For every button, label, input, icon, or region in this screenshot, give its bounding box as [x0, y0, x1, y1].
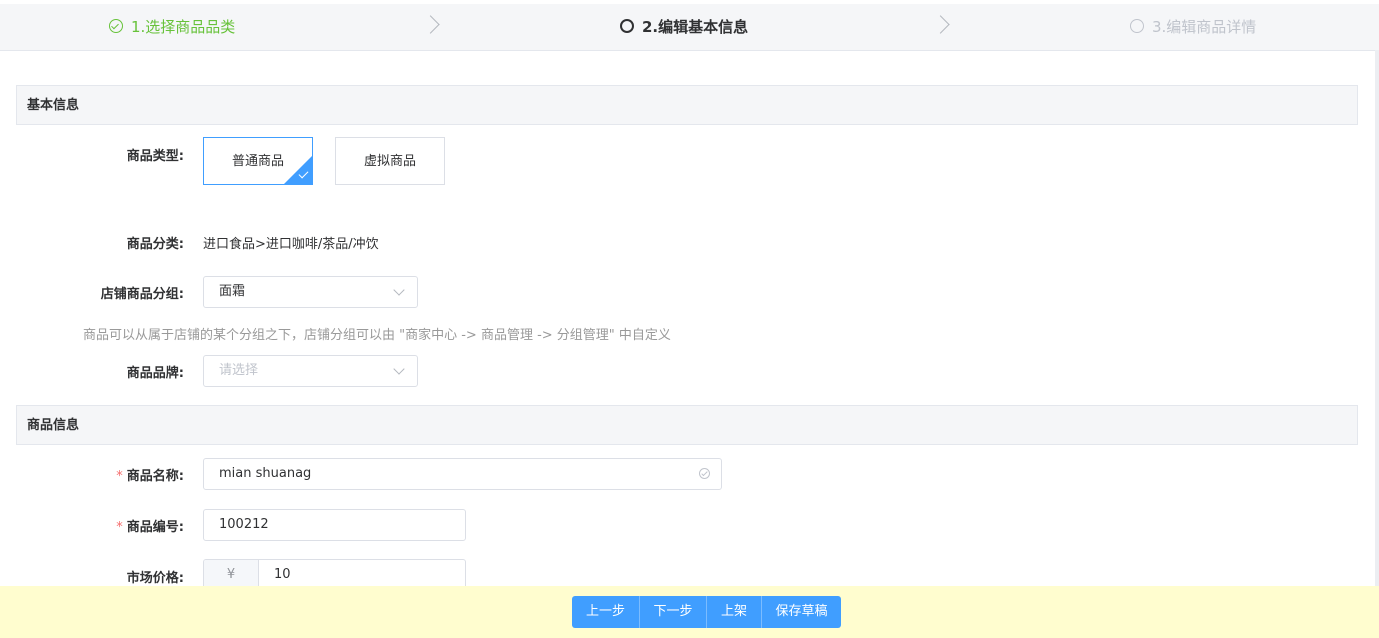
check-circle-icon — [109, 19, 123, 33]
circle-icon — [1130, 19, 1144, 33]
chevron-right-icon — [421, 15, 440, 34]
chevron-down-icon — [393, 284, 405, 296]
product-type-normal-option[interactable]: 普通商品 — [203, 137, 313, 185]
category-value: 进口食品>进口咖啡/茶品/冲饮 — [203, 237, 379, 252]
step-2[interactable]: 2.编辑基本信息 — [620, 16, 748, 36]
step-1[interactable]: 1.选择商品品类 — [109, 16, 235, 36]
section-product-info: 商品信息 — [16, 405, 1358, 445]
product-name-input[interactable]: mian shuanag — [203, 458, 722, 490]
step-2-label: 2.编辑基本信息 — [642, 17, 749, 36]
chevron-right-icon — [931, 15, 950, 34]
step-1-label: 1.选择商品品类 — [131, 17, 236, 36]
product-type-label: 商品类型: — [126, 149, 184, 164]
store-group-select[interactable]: 面霜 — [203, 276, 418, 308]
scrollbar-track[interactable] — [1375, 50, 1379, 586]
check-circle-icon — [699, 468, 710, 479]
section-title: 基本信息 — [27, 98, 80, 113]
required-mark: * — [116, 469, 123, 484]
store-group-hint: 商品可以从属于店铺的某个分组之下，店铺分组可以由 "商家中心 -> 商品管理 -… — [83, 328, 671, 343]
circle-icon — [620, 19, 634, 33]
step-3-label: 3.编辑商品详情 — [1152, 17, 1257, 36]
selected-corner — [284, 156, 312, 184]
product-code-input[interactable]: 100212 — [203, 509, 466, 541]
category-label: 商品分类: — [126, 237, 184, 252]
prev-step-button[interactable]: 上一步 — [572, 596, 640, 628]
input-value: mian shuanag — [219, 466, 312, 481]
action-button-group: 上一步 下一步 上架 保存草稿 — [572, 596, 841, 628]
option-label: 虚拟商品 — [363, 154, 416, 169]
option-label: 普通商品 — [231, 154, 284, 169]
product-type-virtual-option[interactable]: 虚拟商品 — [335, 137, 445, 185]
shelve-button[interactable]: 上架 — [707, 596, 762, 628]
steps-bar: 1.选择商品品类 2.编辑基本信息 3.编辑商品详情 — [0, 0, 1379, 51]
next-step-button[interactable]: 下一步 — [640, 596, 707, 628]
selected-value: 面霜 — [219, 284, 246, 299]
save-draft-button[interactable]: 保存草稿 — [762, 596, 841, 628]
product-code-label: * 商品编号: — [100, 516, 184, 535]
required-mark: * — [116, 520, 123, 535]
section-title: 商品信息 — [27, 418, 80, 433]
brand-select[interactable]: 请选择 — [203, 355, 418, 387]
steps-top-border — [0, 0, 1379, 4]
brand-label: 商品品牌: — [126, 366, 184, 381]
section-basic-info: 基本信息 — [16, 85, 1358, 125]
input-value: 100212 — [219, 517, 269, 532]
step-3[interactable]: 3.编辑商品详情 — [1130, 16, 1256, 36]
product-name-label-text: 商品名称: — [126, 469, 184, 484]
store-group-label: 店铺商品分组: — [100, 287, 184, 302]
chevron-down-icon — [393, 363, 405, 375]
product-name-label: * 商品名称: — [100, 465, 184, 484]
brand-placeholder: 请选择 — [219, 363, 259, 378]
action-bar: 上一步 下一步 上架 保存草稿 — [0, 586, 1379, 638]
market-price-label: 市场价格: — [126, 571, 184, 586]
product-code-label-text: 商品编号: — [126, 520, 184, 535]
